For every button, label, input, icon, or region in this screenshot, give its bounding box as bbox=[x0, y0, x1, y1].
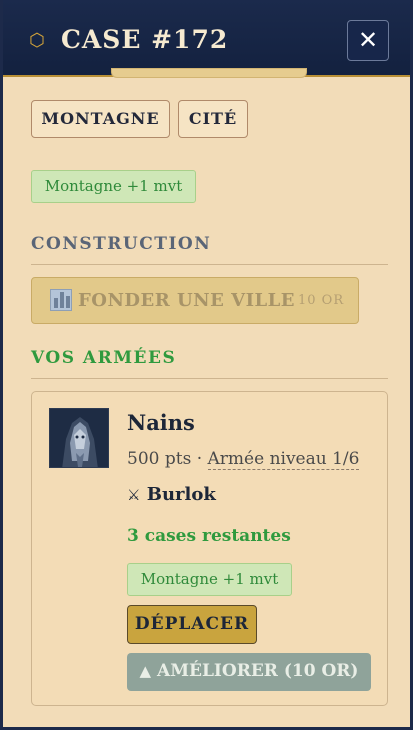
construction-heading: CONSTRUCTION bbox=[31, 232, 388, 265]
upgrade-label: AMÉLIORER (10 OR) bbox=[157, 661, 359, 681]
army-terrain-bonus-badge: Montagne +1 mvt bbox=[127, 563, 292, 596]
upgrade-army-button[interactable]: ▲ AMÉLIORER (10 OR) bbox=[127, 653, 371, 691]
panel-title: CASE #172 bbox=[61, 25, 229, 54]
army-card: Nains 500 pts · Armée niveau 1/6 ⚔ Burlo… bbox=[31, 391, 388, 706]
move-army-button[interactable]: DÉPLACER bbox=[127, 605, 257, 644]
commander-name: Burlok bbox=[146, 484, 216, 505]
found-city-button[interactable]: FONDER UNE VILLE 10 OR bbox=[31, 277, 359, 324]
city-icon bbox=[50, 289, 72, 311]
army-level[interactable]: Armée niveau 1/6 bbox=[207, 449, 360, 470]
close-button[interactable]: ✕ bbox=[347, 20, 389, 61]
triangle-up-icon: ▲ bbox=[139, 662, 152, 680]
terrain-tag-montagne: MONTAGNE bbox=[31, 100, 170, 138]
terrain-bonus-badge: Montagne +1 mvt bbox=[31, 170, 196, 203]
army-commander: ⚔ Burlok bbox=[127, 482, 216, 508]
army-name: Nains bbox=[127, 410, 195, 435]
scrolled-item-edge bbox=[111, 68, 307, 78]
army-stats: 500 pts · Armée niveau 1/6 bbox=[127, 447, 360, 471]
armies-heading: VOS ARMÉES bbox=[31, 346, 388, 379]
found-city-label: FONDER UNE VILLE bbox=[78, 290, 296, 311]
terrain-tag-cite: CITÉ bbox=[178, 100, 248, 138]
tile-panel: ⬡ CASE #172 ✕ MONTAGNE CITÉ Montagne +1 … bbox=[0, 0, 413, 730]
panel-header: ⬡ CASE #172 ✕ bbox=[3, 0, 410, 77]
hexagon-icon: ⬡ bbox=[29, 30, 45, 51]
stats-separator: · bbox=[196, 449, 203, 469]
remaining-moves: 3 cases restantes bbox=[127, 526, 291, 546]
crossed-swords-icon: ⚔ bbox=[127, 486, 141, 504]
army-portrait bbox=[49, 408, 109, 468]
army-points: 500 pts bbox=[127, 449, 192, 469]
found-city-cost: 10 OR bbox=[298, 293, 345, 308]
